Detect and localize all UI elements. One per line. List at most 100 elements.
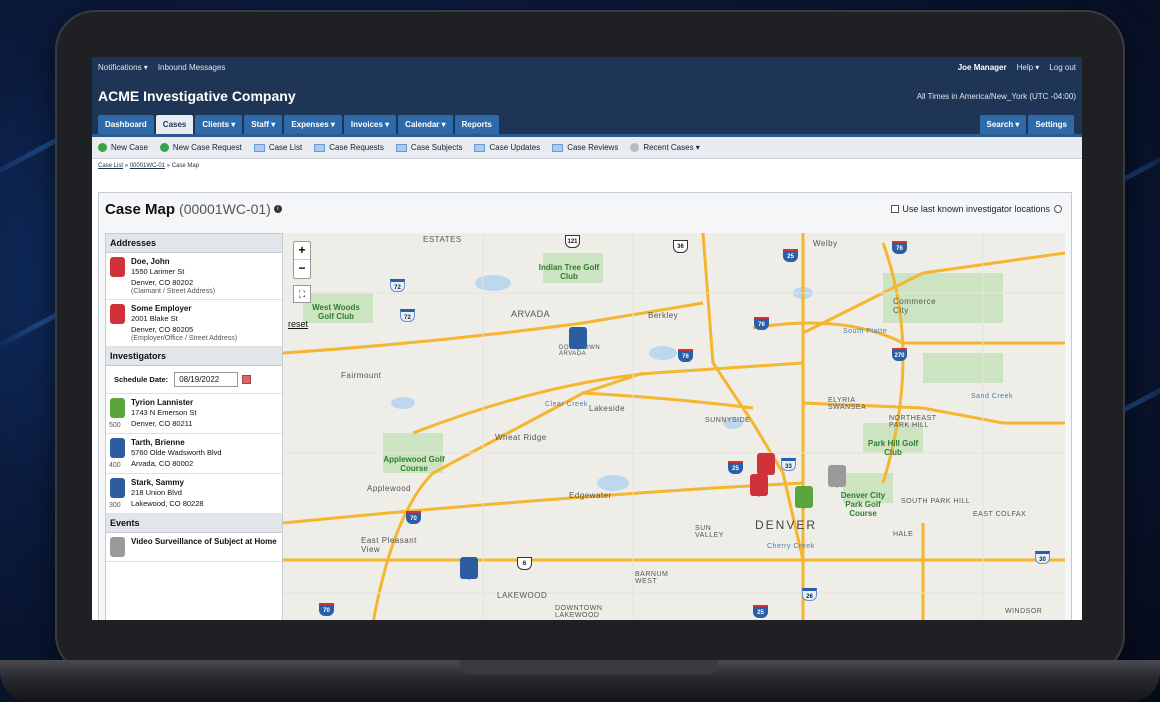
address-map-pin[interactable] [757, 453, 775, 476]
recent-cases-menu[interactable]: Recent Cases ▾ [630, 143, 700, 152]
event-map-pin[interactable] [828, 465, 846, 488]
zoom-out-button[interactable]: − [294, 260, 310, 278]
case-id: (00001WC-01) [179, 201, 271, 217]
highway-shield: 25 [753, 605, 768, 618]
map-park-label: West Woods Golf Club [312, 303, 360, 321]
schedule-date-input[interactable]: 08/19/2022 [174, 372, 239, 387]
case-list-label: Case List [268, 143, 303, 152]
investigator-map-pin[interactable] [795, 486, 813, 509]
new-case-request-label: New Case Request [172, 143, 242, 152]
address-line2: Denver, CO 80202 [131, 278, 194, 287]
help-info-icon[interactable] [1054, 205, 1062, 213]
map-place-label: EAST COLFAX [973, 511, 1027, 518]
tab-staff[interactable]: Staff ▾ [244, 115, 283, 134]
breadcrumb-case-list[interactable]: Case List [98, 163, 123, 169]
case-updates-link[interactable]: Case Updates [474, 143, 540, 152]
notifications-menu[interactable]: Notifications ▾ [98, 63, 148, 72]
address-map-pin[interactable] [750, 474, 768, 497]
tab-reports[interactable]: Reports [454, 115, 499, 134]
map-place-label: Lakeside [589, 404, 626, 413]
case-requests-link[interactable]: Case Requests [314, 143, 384, 152]
highway-shield: 76 [678, 349, 693, 362]
map-place-label: Commerce City [893, 297, 937, 315]
map-place-label: SUNNYSIDE [705, 417, 751, 424]
new-case-request-button[interactable]: New Case Request [159, 143, 242, 152]
info-icon[interactable]: i [273, 205, 282, 213]
user-menu[interactable]: Joe Manager [958, 63, 1007, 72]
highway-shield: 30 [1035, 551, 1050, 564]
investigator-number: 400 [109, 462, 121, 469]
last-known-locations-checkbox[interactable]: Use last known investigator locations [891, 204, 1065, 214]
last-known-label: Use last known investigator locations [902, 204, 1050, 214]
investigator-entry[interactable]: Stark, Sammy 218 Union Blvd Lakewood, CO… [106, 474, 282, 514]
case-reviews-link[interactable]: Case Reviews [552, 143, 618, 152]
zoom-in-button[interactable]: + [294, 242, 310, 260]
help-menu[interactable]: Help ▾ [1017, 63, 1040, 72]
map-place-label: Edgewater [569, 491, 612, 500]
calendar-icon[interactable] [242, 375, 252, 384]
highway-shield: 70 [406, 511, 421, 524]
checkbox-icon[interactable] [891, 205, 900, 213]
map-park-label: Applewood Golf Course [383, 455, 445, 473]
case-list-link[interactable]: Case List [253, 143, 303, 152]
person-pin-icon [110, 438, 125, 458]
case-map[interactable]: + − ⛶ reset ESTATES Welby ARVADA Berkley… [283, 233, 1065, 620]
map-place-label: East Pleasant View [361, 536, 417, 554]
timezone-label: All Times in America/New_York (UTC -04:0… [916, 91, 1076, 101]
tab-invoices[interactable]: Invoices ▾ [343, 115, 397, 134]
address-line1: 1550 Larimer St [131, 267, 185, 276]
case-updates-label: Case Updates [489, 143, 541, 152]
addresses-header: Addresses [106, 234, 282, 253]
map-place-label: Wheat Ridge [495, 433, 547, 442]
fullscreen-button[interactable]: ⛶ [293, 285, 311, 303]
tab-calendar[interactable]: Calendar ▾ [398, 115, 453, 134]
highway-shield: 72 [400, 309, 415, 322]
map-water-label: South Platte [843, 328, 888, 335]
tab-expenses[interactable]: Expenses ▾ [284, 115, 342, 134]
case-subjects-link[interactable]: Case Subjects [395, 143, 462, 152]
highway-shield: 26 [802, 588, 817, 601]
list-icon [253, 143, 265, 152]
tab-cases[interactable]: Cases [155, 115, 194, 134]
map-park-label: Park Hill Golf Club [867, 439, 919, 457]
map-place-label: Berkley [648, 311, 679, 320]
address-type: (Employer/Office / Street Address) [131, 335, 238, 342]
inbound-messages-link[interactable]: Inbound Messages [158, 63, 226, 72]
tab-settings[interactable]: Settings [1028, 115, 1074, 134]
new-case-label: New Case [111, 143, 148, 152]
highway-shield: 72 [390, 279, 405, 292]
map-place-label: ARVADA [511, 309, 551, 319]
camera-pin-icon [110, 537, 125, 557]
event-entry[interactable]: Video Surveillance of Subject at Home [106, 533, 282, 562]
tab-clients[interactable]: Clients ▾ [195, 115, 243, 134]
investigator-map-pin[interactable] [569, 327, 587, 350]
top-bar: Notifications ▾ Inbound Messages Joe Man… [92, 57, 1082, 77]
new-case-button[interactable]: New Case [98, 143, 148, 152]
tab-dashboard[interactable]: Dashboard [98, 115, 154, 134]
highway-shield: 76 [892, 241, 907, 254]
address-line2: Denver, CO 80205 [131, 325, 194, 334]
map-water-label: Clear Creek [545, 401, 588, 408]
logout-link[interactable]: Log out [1049, 63, 1076, 72]
investigator-name: Tyrion Lannister [131, 398, 194, 407]
events-header: Events [106, 514, 282, 533]
investigators-header: Investigators [106, 347, 282, 366]
address-entry[interactable]: Doe, John 1550 Larimer St Denver, CO 802… [106, 253, 282, 300]
map-place-label: NORTHEAST PARK HILL [889, 415, 937, 429]
map-park-label: Denver City Park Golf Course [840, 491, 886, 518]
investigator-line2: Lakewood, CO 80228 [131, 499, 204, 508]
address-type: (Claimant / Street Address) [131, 288, 216, 295]
investigator-entry[interactable]: Tarth, Brienne 5760 Olde Wadsworth Blvd … [106, 434, 282, 474]
address-line1: 2001 Blake St [131, 314, 178, 323]
app-header: ACME Investigative Company All Times in … [92, 77, 1082, 115]
company-title: ACME Investigative Company [98, 88, 296, 104]
highway-shield: 33 [781, 458, 796, 471]
breadcrumb-case-id[interactable]: 00001WC-01 [130, 163, 165, 169]
investigator-entry[interactable]: Tyrion Lannister 1743 N Emerson St Denve… [106, 394, 282, 434]
highway-shield: 25 [783, 249, 798, 262]
investigator-map-pin[interactable] [460, 557, 478, 580]
case-map-panel: Case Map (00001WC-01) i Use last known i… [98, 192, 1072, 620]
tab-search[interactable]: Search ▾ [979, 115, 1027, 134]
address-entry[interactable]: Some Employer 2001 Blake St Denver, CO 8… [106, 300, 282, 347]
map-place-label: SOUTH PARK HILL [901, 498, 971, 505]
